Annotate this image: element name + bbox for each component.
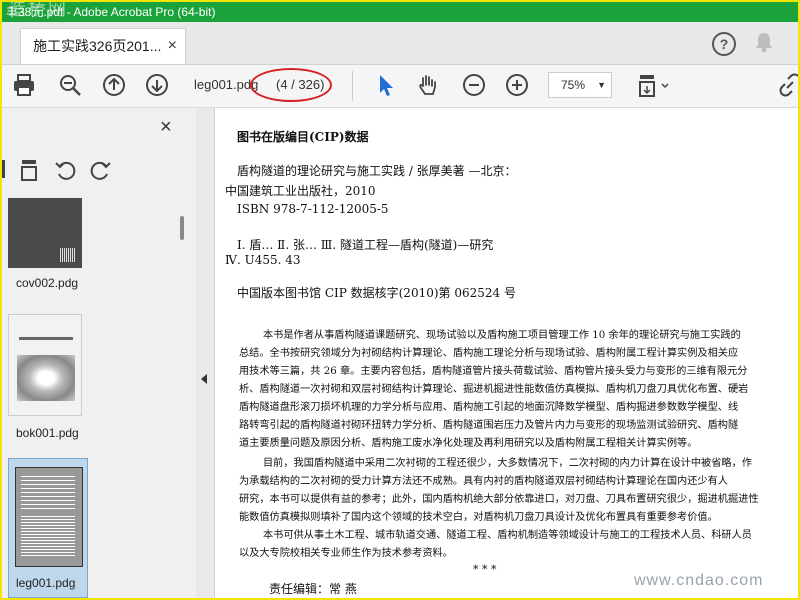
section-stars: * * * <box>473 563 497 576</box>
page-fit-icon[interactable] <box>20 158 44 182</box>
paragraph-line: 本书是作者从事盾构隧道课题研究、现场试验以及盾构施工项目管理工作 10 余年的理… <box>263 330 741 341</box>
window-title: 丰38元.pdf - Adobe Acrobat Pro (64-bit) <box>6 5 216 19</box>
paragraph-line: 总结。全书按研究领域分为衬砌结构计算理论、盾构施工理论分析与现场试验、盾构附属工… <box>239 348 739 359</box>
close-panel-icon[interactable]: × <box>160 116 172 139</box>
panel-collapse-strip[interactable] <box>196 108 215 598</box>
page-fit-icon[interactable] <box>636 73 672 99</box>
thumbnail-tunnel-image <box>17 355 75 401</box>
paragraph-line: 为承载结构的二次衬砌的受力计算方法还不成熟。具有内衬的盾构隧道双层衬砌结构计算理… <box>239 476 728 487</box>
isbn-line: ISBN 978-7-112-12005-5 <box>237 202 389 216</box>
acrobat-window: 造桥网 丰38元.pdf - Adobe Acrobat Pro (64-bit… <box>0 0 800 600</box>
thumbnail-bok001[interactable] <box>8 314 82 416</box>
thumbnail-label: cov002.pdg <box>16 276 79 290</box>
document-view: 图书在版编目(CIP)数据 盾构隧道的理论研究与施工实践 / 张厚美著 —北京：… <box>215 108 798 598</box>
current-file-name: leg001.pdg <box>194 77 259 92</box>
rotate-counterclockwise-icon[interactable] <box>54 158 78 182</box>
paragraph-line: 以及大专院校相关专业师生作为技术参考资料。 <box>239 548 453 559</box>
site-watermark: www.cndao.com <box>634 572 764 589</box>
classification-line: Ⅳ. U455. 43 <box>225 253 301 267</box>
document-tab[interactable]: 施工实践326页201... × <box>20 28 186 64</box>
zoom-out-icon[interactable] <box>462 73 486 97</box>
rotate-clockwise-icon[interactable] <box>88 158 112 182</box>
hand-icon[interactable] <box>416 73 440 97</box>
paragraph-line: 道主要质量问题及原因分析、盾构施工废水净化处理及再利用研究以及盾构附属工程相关计… <box>239 438 698 449</box>
thumbnail-cov002[interactable] <box>8 198 82 268</box>
red-highlight-circle <box>250 68 332 102</box>
thumbnail-label: bok001.pdg <box>16 426 79 440</box>
paragraph-line: 本书可供从事土木工程、城市轨道交通、隧道工程、盾构机制造等领域设计与施工的工程技… <box>263 530 752 541</box>
toolbar: leg001.pdg (4 / 326) 75% ▼ <box>2 65 798 108</box>
print-icon[interactable] <box>12 73 36 97</box>
thumbnail-title-line <box>19 337 73 340</box>
paragraph-line: 能数值仿真模拟则填补了国内这个领域的技术空白，对盾构机刀盘刀具设计及优化布置具有… <box>239 512 718 523</box>
classification-line: Ⅰ. 盾… Ⅱ. 张… Ⅲ. 隧道工程—盾构(隧道)—研究 <box>237 238 494 252</box>
link-icon[interactable] <box>778 73 800 97</box>
barcode-graphic <box>60 248 76 262</box>
zoom-in-icon[interactable] <box>505 73 529 97</box>
cip-heading: 图书在版编目(CIP)数据 <box>237 130 369 144</box>
cip-line: 中国建筑工业出版社，2010 <box>225 184 376 198</box>
thumbnail-text-block <box>21 516 75 558</box>
thumbnail-page <box>15 467 83 567</box>
paragraph-line: 目前，我国盾构隧道中采用二次衬砌的工程还很少，大多数情况下，二次衬砌的内力计算在… <box>263 458 752 469</box>
cip-line: 盾构隧道的理论研究与施工实践 / 张厚美著 —北京： <box>237 164 517 178</box>
document-tab-label: 施工实践326页201... <box>33 38 162 54</box>
title-bar: 造桥网 丰38元.pdf - Adobe Acrobat Pro (64-bit… <box>2 2 798 22</box>
zoom-level-select[interactable]: 75% ▼ <box>548 72 612 98</box>
paragraph-line: 路转弯引起的盾构隧道衬砌环扭转力学分析、盾构隧道围岩压力及管片内力与变形的现场监… <box>239 420 739 431</box>
close-tab-icon[interactable]: × <box>168 29 177 63</box>
zoom-out-search-icon[interactable] <box>58 73 82 97</box>
paragraph-line: 研究，本书可以提供有益的参考；此外，国内盾构机绝大部分依靠进口，对刀盘、刀具布置… <box>239 494 759 505</box>
select-cursor-icon[interactable] <box>376 73 396 97</box>
editor-line: 责任编辑：常 燕 <box>269 582 357 596</box>
panel-options-icon[interactable] <box>2 158 16 180</box>
zoom-level-value: 75% <box>561 78 586 92</box>
collapse-arrow-icon[interactable] <box>201 374 207 384</box>
paragraph-line: 用技术等三篇，共 26 章。主要内容包括，盾构隧道管片接头荷载试验、盾构管片接头… <box>239 366 748 377</box>
paragraph-line: 析、盾构隧道一次衬砌和双层衬砌结构计算理论、掘进机掘进性能数值仿真模拟、盾构机刀… <box>239 384 749 395</box>
tab-bar: 施工实践326页201... × ? <box>2 22 798 65</box>
thumbnail-label: leg001.pdg <box>16 576 76 590</box>
panel-scrollbar[interactable] <box>180 216 184 240</box>
toolbar-divider <box>352 71 353 101</box>
page-down-icon[interactable] <box>145 73 169 97</box>
chevron-down-icon: ▼ <box>597 80 606 90</box>
cip-number-line: 中国版本图书馆 CIP 数据核字(2010)第 062524 号 <box>237 286 516 300</box>
thumbnail-text-block <box>21 476 75 510</box>
paragraph-line: 盾构隧道盘形滚刀损坏机理的力学分析与应用、盾构施工引起的地面沉降数学模型、盾构掘… <box>239 402 739 413</box>
bell-icon[interactable] <box>754 31 774 53</box>
page-up-icon[interactable] <box>102 73 126 97</box>
help-icon[interactable]: ? <box>712 32 736 56</box>
page-thumbnails-panel: × cov002.pdg bok001.pdg leg001.pdg <box>2 108 197 598</box>
